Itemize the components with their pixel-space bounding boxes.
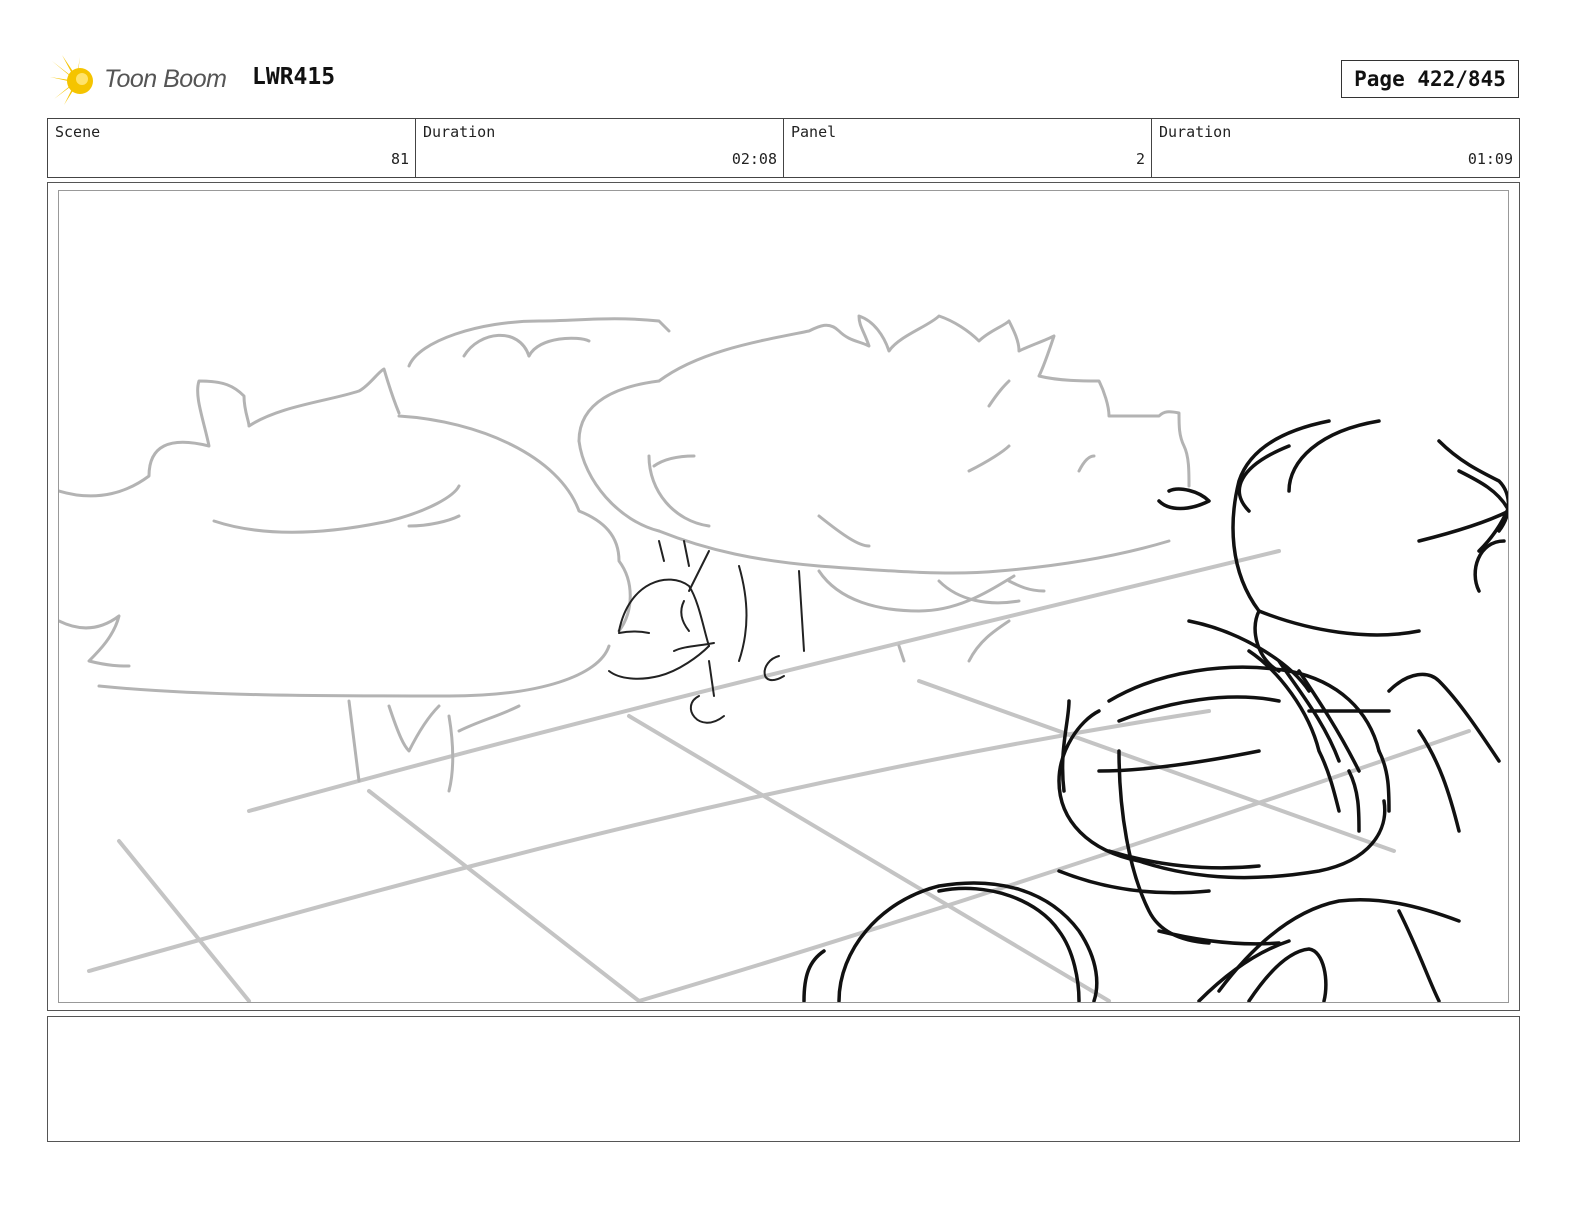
floor-grid (87, 549, 1471, 1002)
panel-value: 2 (1135, 150, 1145, 168)
logo-text: Toon Boom (104, 65, 227, 93)
panel-notes-box (47, 1016, 1520, 1142)
toon-boom-burst-icon (50, 55, 93, 105)
storyboard-panel (47, 182, 1520, 1011)
project-code: LWR415 (252, 64, 336, 90)
scene-value: 81 (390, 150, 409, 168)
panel-duration-value: 01:09 (1467, 150, 1513, 168)
panel-label: Panel (791, 123, 837, 141)
page-indicator: Page 422/845 (1341, 60, 1519, 98)
scene-duration-cell: Duration 02:08 (416, 119, 784, 177)
panel-sketch (59, 314, 1508, 1002)
bushes (59, 314, 1191, 793)
cat-figure (608, 540, 805, 724)
panel-duration-cell: Duration 01:09 (1152, 119, 1519, 177)
scene-duration-value: 02:08 (731, 150, 777, 168)
scene-duration-label: Duration (423, 123, 496, 141)
panel-cell: Panel 2 (784, 119, 1152, 177)
toon-boom-logo: Toon Boom (50, 55, 240, 107)
scene-label: Scene (55, 123, 101, 141)
info-table: Scene 81 Duration 02:08 Panel 2 Duration… (47, 118, 1520, 178)
panel-drawing-frame (58, 190, 1509, 1003)
foreground-character (802, 419, 1508, 1002)
panel-duration-label: Duration (1159, 123, 1232, 141)
scene-cell: Scene 81 (48, 119, 416, 177)
